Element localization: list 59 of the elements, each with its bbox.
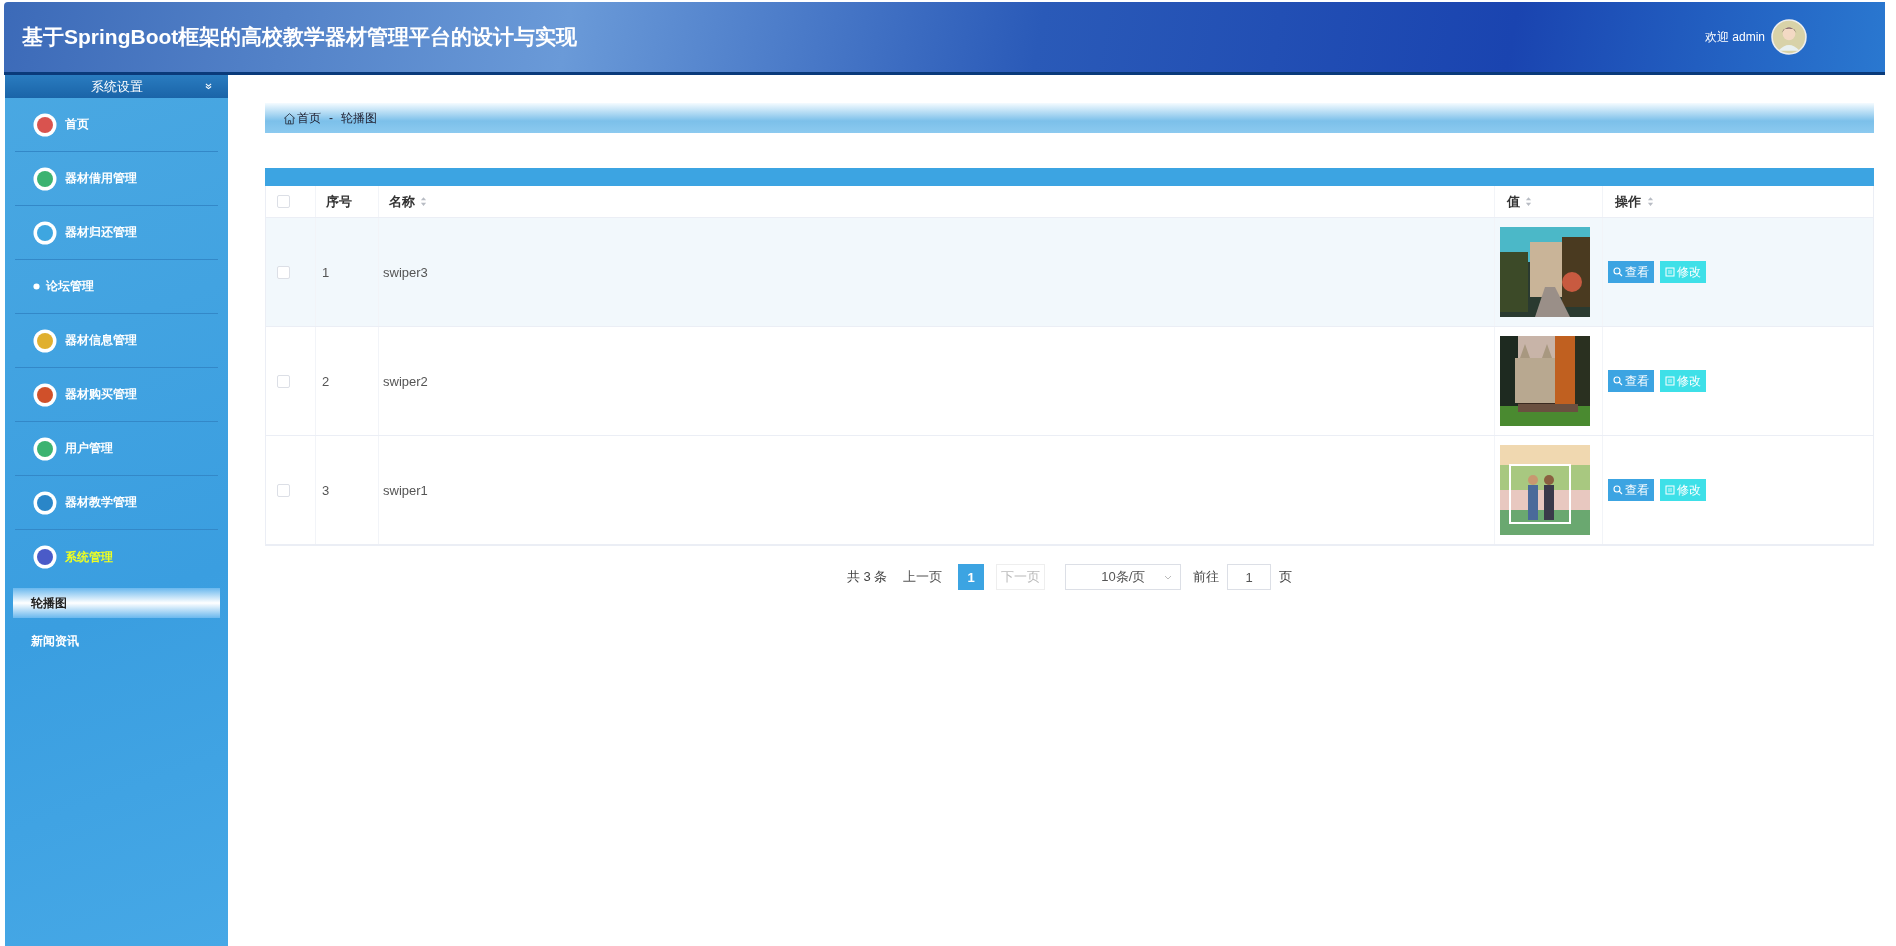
menu-item[interactable]: 器材归还管理: [15, 206, 218, 260]
goto-label: 前往: [1193, 568, 1220, 586]
breadcrumb-link[interactable]: 轮播图: [341, 109, 377, 127]
page-unit: 页: [1279, 568, 1293, 586]
select-all-checkbox[interactable]: [277, 195, 290, 208]
row-checkbox[interactable]: [277, 483, 290, 497]
table-row[interactable]: 3 swiper1 查看 修改: [266, 436, 1873, 545]
search-icon: [1613, 485, 1623, 495]
table-cell: swiper1: [383, 482, 428, 498]
menu-item[interactable]: 器材信息管理: [15, 314, 218, 368]
table-cell: 2: [322, 373, 330, 389]
view-button[interactable]: 查看: [1608, 479, 1654, 501]
menu-item[interactable]: 系统管理: [15, 530, 218, 584]
menu-item[interactable]: 器材借用管理: [15, 152, 218, 206]
view-button[interactable]: 查看: [1608, 370, 1654, 392]
sort-icon[interactable]: [420, 196, 427, 207]
edit-button[interactable]: 修改: [1660, 370, 1706, 392]
table-row[interactable]: 2 swiper2 查看 修改: [266, 327, 1873, 436]
edit-button[interactable]: 修改: [1660, 479, 1706, 501]
menu-item[interactable]: 器材购买管理: [15, 368, 218, 422]
row-checkbox[interactable]: [277, 374, 290, 388]
table-cell: swiper2: [383, 373, 428, 389]
breadcrumb-separator: -: [329, 111, 333, 125]
page-size-select[interactable]: 10条/页: [1065, 564, 1182, 590]
menu-item[interactable]: 用户管理: [15, 422, 218, 476]
sort-icon[interactable]: [1525, 196, 1532, 207]
breadcrumb-link[interactable]: 首页: [297, 109, 321, 127]
table-cell: swiper3: [383, 264, 428, 280]
table-cell: 3: [322, 482, 330, 498]
welcome-text: 欢迎 admin: [1704, 28, 1765, 46]
search-icon: [1613, 267, 1623, 277]
dropdown-icon: [1164, 574, 1173, 580]
submenu-item[interactable]: 新闻资讯: [13, 622, 220, 660]
home-icon: [283, 111, 296, 125]
collapse-icon[interactable]: [205, 83, 212, 90]
sidebar-title: 系统设置: [90, 77, 143, 96]
submenu-item[interactable]: 轮播图: [13, 588, 220, 618]
menu-item[interactable]: 论坛管理: [15, 260, 218, 314]
edit-button[interactable]: 修改: [1660, 261, 1706, 283]
search-icon: [1613, 376, 1623, 386]
table-cell: 1: [322, 264, 330, 280]
document-icon: [1665, 485, 1675, 495]
page-number[interactable]: 1: [958, 564, 985, 590]
sort-icon[interactable]: [1647, 196, 1654, 207]
column-header[interactable]: 名称: [389, 192, 415, 211]
page-input[interactable]: 1: [1227, 564, 1272, 590]
table-row[interactable]: 1 swiper3 查看 修改: [266, 218, 1873, 327]
avatar-icon[interactable]: [1771, 19, 1807, 55]
total-count: 共 3 条: [846, 568, 888, 586]
view-button[interactable]: 查看: [1608, 261, 1654, 283]
column-header[interactable]: 操作: [1615, 192, 1641, 211]
document-icon: [1665, 376, 1675, 386]
document-icon: [1665, 267, 1675, 277]
column-header[interactable]: 值: [1507, 192, 1520, 211]
column-header[interactable]: 序号: [326, 192, 352, 211]
row-checkbox[interactable]: [277, 265, 290, 279]
menu-item[interactable]: 器材教学管理: [15, 476, 218, 530]
app-title: 基于SpringBoot框架的高校教学器材管理平台的设计与实现: [22, 24, 578, 50]
menu-item[interactable]: 首页: [15, 98, 218, 152]
